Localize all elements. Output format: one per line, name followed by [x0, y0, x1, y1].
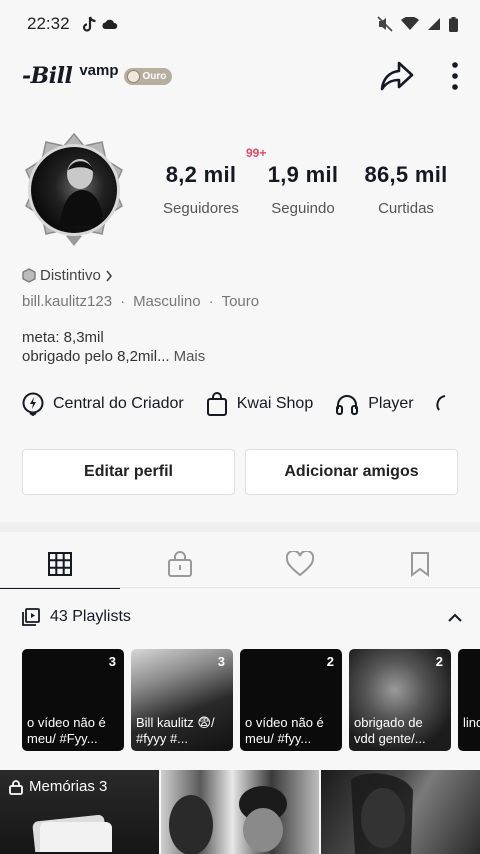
- status-time: 22:32: [27, 14, 70, 33]
- playlist-title: o vídeo não é meu/ #fyy...: [245, 715, 324, 746]
- profile-top-bar: -Bill vamp Ouro: [0, 52, 480, 100]
- edit-profile-button[interactable]: Editar perfil: [22, 449, 235, 495]
- vibrate-off-icon: [377, 16, 393, 32]
- profile-tabs: [0, 540, 480, 589]
- shortcut-label: Player: [368, 395, 414, 412]
- shortcut-central-do-criador[interactable]: Central do Criador: [22, 392, 184, 416]
- section-divider: [0, 522, 480, 532]
- playlist-card[interactable]: 3 Bill kaulitz 😨/ #fyyy #...: [131, 649, 233, 751]
- username: bill.kaulitz123: [22, 293, 113, 310]
- partial-shortcut-icon: [436, 395, 445, 411]
- profile-display-name: -Bill: [22, 63, 73, 89]
- stat-followers[interactable]: 8,2 mil Seguidores: [158, 162, 244, 217]
- chevron-up-icon[interactable]: [448, 613, 462, 622]
- shortcut-label: Central do Criador: [53, 395, 184, 412]
- memorias-label-group: Memórias 3: [9, 778, 107, 795]
- playlist-title: obrigado de vdd gente/...: [354, 715, 426, 746]
- playlist-title: o vídeo não é meu/ #Fyy...: [27, 715, 106, 746]
- grid-icon: [48, 552, 72, 576]
- stat-likes[interactable]: 86,5 mil Curtidas: [356, 162, 456, 217]
- playlists-count-label: 43 Playlists: [50, 608, 131, 625]
- status-bar: 22:32: [0, 0, 480, 48]
- playlists-carousel: 3 o vídeo não é meu/ #Fyy... 3 Bill kaul…: [22, 649, 480, 751]
- video-grid: Memórias 3: [0, 770, 480, 854]
- memorias-label: Memórias 3: [29, 778, 108, 795]
- notification-badge: 99+: [246, 146, 267, 160]
- playlist-card[interactable]: 2 o vídeo não é meu/ #fyy...: [240, 649, 342, 751]
- profile-meta: bill.kaulitz123 · Masculino · Touro: [22, 293, 260, 310]
- heart-icon: [286, 551, 314, 577]
- bio-line-2: obrigado pelo 8,2mil...: [22, 348, 170, 365]
- stat-followers-value: 8,2 mil: [165, 162, 237, 187]
- playlist-title: lind #fy: [463, 715, 480, 730]
- more-options-icon[interactable]: [452, 62, 458, 90]
- playlist-count: 3: [217, 654, 225, 669]
- lightning-circle-icon: [22, 392, 44, 416]
- avatar[interactable]: [22, 130, 126, 248]
- bio-more-link[interactable]: Mais: [174, 348, 206, 365]
- stat-likes-value: 86,5 mil: [364, 162, 448, 187]
- profile-stats: 99+ 8,2 mil Seguidores 1,9 mil Seguindo …: [148, 146, 468, 226]
- stat-following-label: Seguindo: [271, 200, 335, 217]
- gold-badge[interactable]: Ouro: [123, 67, 173, 85]
- gender: Masculino: [133, 293, 201, 310]
- zodiac-sign: Touro: [221, 293, 260, 310]
- cap-figure-icon: [168, 786, 287, 854]
- battery-icon: [449, 16, 458, 32]
- playlist-card[interactable]: 3 o vídeo não é meu/ #Fyy...: [22, 649, 124, 751]
- headphones-icon: [336, 395, 359, 415]
- playlist-card[interactable]: lind #fy: [458, 649, 480, 751]
- video-thumbnail-memorias[interactable]: Memórias 3: [0, 770, 159, 854]
- playlist-count: 3: [108, 654, 116, 669]
- bio-line-1: meta: 8,3mil: [22, 329, 104, 346]
- tiktok-icon: [82, 16, 96, 32]
- wifi-icon: [401, 17, 419, 30]
- tab-saved[interactable]: [360, 540, 480, 588]
- shopping-bag-icon: [206, 392, 227, 416]
- lock-icon: [9, 779, 23, 795]
- profile-vamp-label: vamp: [79, 61, 119, 79]
- share-icon[interactable]: [380, 60, 414, 92]
- video-thumbnail[interactable]: [160, 770, 320, 854]
- stat-likes-label: Curtidas: [378, 200, 434, 217]
- playlist-count: 2: [326, 654, 334, 669]
- profile-shortcuts: Central do Criador Kwai Shop Player: [22, 388, 480, 420]
- hexagon-badge-icon: [22, 268, 36, 283]
- avatar-frame-icon: [25, 132, 123, 246]
- tab-liked[interactable]: [240, 540, 360, 588]
- cloud-icon: [102, 19, 117, 29]
- portrait-figure-icon: [351, 773, 414, 854]
- playlist-card[interactable]: 2 obrigado de vdd gente/...: [349, 649, 451, 751]
- video-thumbnail[interactable]: [321, 770, 480, 854]
- lock-bag-icon: [168, 551, 192, 577]
- profile-bio: meta: 8,3mil obrigado pelo 8,2mil... Mais: [22, 328, 205, 366]
- tab-private[interactable]: [120, 540, 240, 588]
- distintivo-link[interactable]: Distintivo: [22, 267, 113, 284]
- distintivo-label: Distintivo: [40, 267, 101, 284]
- playlist-count: 2: [435, 654, 443, 669]
- stat-following-value: 1,9 mil: [267, 162, 339, 187]
- add-friends-button[interactable]: Adicionar amigos: [245, 449, 458, 495]
- stat-following[interactable]: 1,9 mil Seguindo: [261, 162, 345, 217]
- bookmark-icon: [411, 552, 429, 577]
- tab-underline-divider: [0, 587, 480, 588]
- playlist-icon: [22, 608, 40, 626]
- playlist-title: Bill kaulitz 😨/ #fyyy #...: [136, 715, 215, 746]
- shortcut-player[interactable]: Player: [335, 393, 414, 415]
- tab-grid[interactable]: [0, 540, 120, 589]
- chevron-right-icon: [106, 270, 112, 281]
- gold-coin-icon: [126, 69, 140, 83]
- playlists-header[interactable]: 43 Playlists: [22, 604, 462, 630]
- shortcut-kwai-shop[interactable]: Kwai Shop: [206, 392, 314, 416]
- shortcut-partial[interactable]: [436, 393, 452, 415]
- shortcut-label: Kwai Shop: [236, 395, 314, 412]
- stat-followers-label: Seguidores: [163, 200, 239, 217]
- gold-badge-label: Ouro: [142, 70, 167, 82]
- signal-icon: [428, 18, 440, 30]
- photo-stack-icon: [32, 814, 112, 852]
